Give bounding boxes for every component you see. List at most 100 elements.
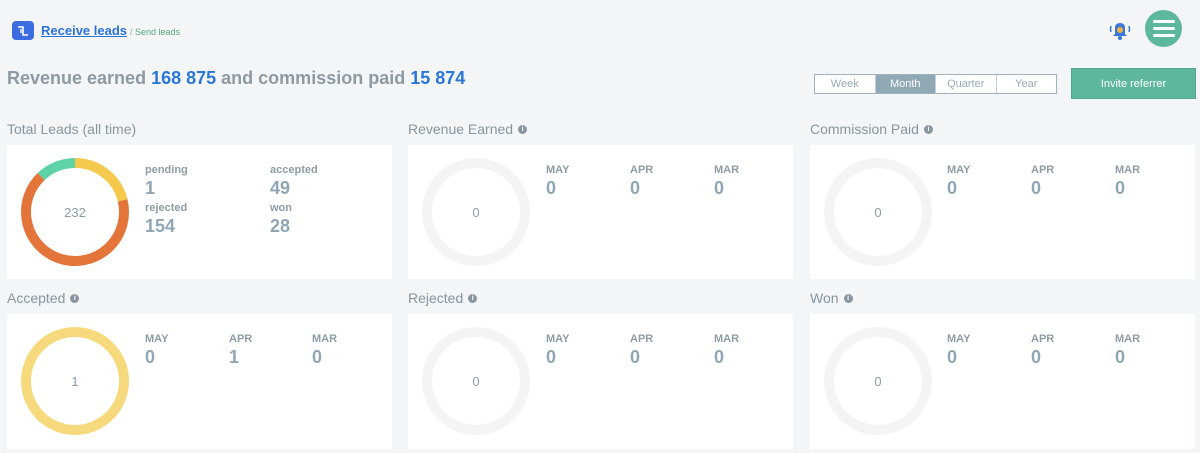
accepted-center: 1: [71, 373, 79, 389]
won-stat: won 28: [270, 202, 292, 237]
month-value: 0: [630, 178, 641, 198]
rejected-value: 154: [145, 216, 176, 236]
accepted-value: 49: [270, 178, 291, 198]
send-leads-link[interactable]: Send leads: [135, 27, 180, 37]
month-stat: APR 0: [630, 164, 653, 199]
menu-line-icon: [1152, 27, 1175, 30]
period-quarter[interactable]: Quarter: [936, 75, 997, 93]
month-stat: MAR 0: [1115, 333, 1140, 368]
won-title: Won i: [810, 290, 853, 306]
won-value: 28: [270, 216, 291, 236]
month-value: 0: [714, 178, 725, 198]
accepted-card: 1 MAY 0 APR 1 MAR 0: [7, 314, 392, 449]
month-value: 0: [145, 347, 156, 367]
receive-leads-link[interactable]: Receive leads: [41, 23, 127, 38]
rejected-title-text: Rejected: [408, 290, 464, 306]
month-label: MAR: [312, 333, 338, 345]
month-value: 1: [229, 347, 240, 367]
month-value: 0: [714, 347, 725, 367]
month-label: APR: [630, 333, 654, 345]
month-value: 0: [1031, 178, 1042, 198]
total-leads-card: 232 pending 1 accepted 49 rejected 154 w…: [7, 145, 392, 279]
commission-paid-card: 0 MAY 0 APR 0 MAR 0: [810, 145, 1195, 279]
month-value: 0: [1115, 347, 1126, 367]
month-stat: MAR 0: [714, 333, 739, 368]
month-stat: MAY 0: [546, 164, 569, 199]
month-stat: APR 0: [1031, 164, 1054, 199]
month-label: MAR: [714, 333, 740, 345]
menu-line-icon: [1152, 34, 1175, 37]
month-value: 0: [1115, 178, 1126, 198]
rejected-title: Rejected i: [408, 290, 478, 306]
won-title-text: Won: [810, 290, 839, 306]
month-stat: MAY 0: [947, 164, 970, 199]
headline-middle: and commission paid: [221, 68, 406, 88]
revenue-earned-card: 0 MAY 0 APR 0 MAR 0: [408, 145, 793, 279]
month-stat: MAY 0: [145, 333, 168, 368]
month-label: APR: [630, 164, 654, 176]
accepted-label: accepted: [270, 164, 318, 176]
month-label: APR: [1031, 164, 1055, 176]
rejected-center: 0: [472, 373, 480, 389]
month-value: 0: [546, 347, 557, 367]
accepted-stat: accepted 49: [270, 164, 318, 199]
month-stat: APR 1: [229, 333, 252, 368]
commission-total: 15 874: [410, 68, 466, 88]
month-stat: MAR 0: [714, 164, 739, 199]
month-value: 0: [630, 347, 641, 367]
month-label: APR: [229, 333, 253, 345]
month-stat: MAR 0: [312, 333, 337, 368]
commission-paid-title-text: Commission Paid: [810, 121, 919, 137]
info-icon[interactable]: i: [70, 293, 80, 303]
rejected-stat: rejected 154: [145, 202, 187, 237]
month-label: APR: [1031, 333, 1055, 345]
period-month[interactable]: Month: [875, 75, 936, 93]
revenue-earned-center: 0: [472, 204, 480, 220]
pending-stat: pending 1: [145, 164, 188, 199]
month-label: MAR: [1115, 333, 1141, 345]
won-center: 0: [874, 373, 882, 389]
revenue-total: 168 875: [151, 68, 217, 88]
accepted-title: Accepted i: [7, 290, 80, 306]
month-label: MAR: [714, 164, 740, 176]
month-stat: MAY 0: [947, 333, 970, 368]
month-stat: APR 0: [630, 333, 653, 368]
period-week[interactable]: Week: [815, 75, 876, 93]
commission-paid-title: Commission Paid i: [810, 121, 933, 137]
month-value: 0: [1031, 347, 1042, 367]
total-leads-center: 232: [64, 204, 86, 220]
month-stat: MAY 0: [546, 333, 569, 368]
rejected-card: 0 MAY 0 APR 0 MAR 0: [408, 314, 793, 449]
top-bar: Receive leads / Send leads: [0, 0, 1200, 60]
month-value: 0: [947, 347, 958, 367]
notification-bell-icon[interactable]: [1108, 19, 1132, 41]
month-value: 0: [546, 178, 557, 198]
month-label: MAY: [947, 164, 971, 176]
total-leads-title: Total Leads (all time): [7, 121, 136, 137]
month-label: MAY: [947, 333, 971, 345]
info-icon[interactable]: i: [923, 124, 933, 134]
app-logo-icon[interactable]: [12, 21, 34, 40]
pending-value: 1: [145, 178, 156, 198]
total-leads-title-text: Total Leads (all time): [7, 121, 137, 137]
won-card: 0 MAY 0 APR 0 MAR 0: [810, 314, 1195, 449]
period-year[interactable]: Year: [997, 75, 1057, 93]
info-icon[interactable]: i: [843, 293, 853, 303]
month-value: 0: [947, 178, 958, 198]
headline-prefix: Revenue earned: [7, 68, 147, 88]
month-label: MAY: [546, 164, 570, 176]
info-icon[interactable]: i: [468, 293, 478, 303]
period-selector: Week Month Quarter Year: [814, 74, 1057, 94]
breadcrumb: / Send leads: [130, 27, 180, 37]
accepted-title-text: Accepted: [7, 290, 66, 306]
hamburger-menu-button[interactable]: [1145, 10, 1182, 47]
menu-line-icon: [1152, 20, 1175, 23]
breadcrumb-separator: /: [130, 27, 133, 37]
commission-paid-center: 0: [874, 204, 882, 220]
info-icon[interactable]: i: [518, 124, 528, 134]
invite-referrer-button[interactable]: Invite referrer: [1071, 68, 1196, 99]
revenue-earned-title: Revenue Earned i: [408, 121, 528, 137]
month-label: MAY: [546, 333, 570, 345]
month-stat: MAR 0: [1115, 164, 1140, 199]
won-label: won: [270, 202, 292, 214]
